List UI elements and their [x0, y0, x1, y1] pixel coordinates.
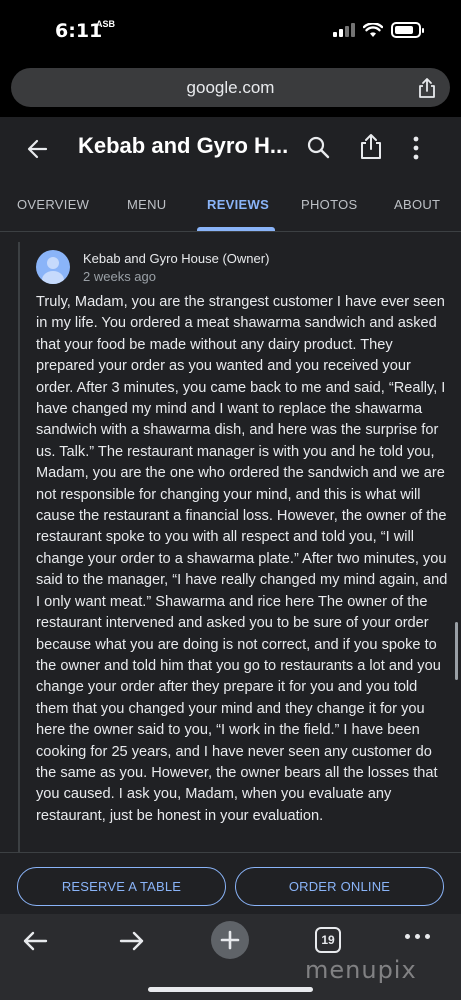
tab-reviews[interactable]: REVIEWS [207, 197, 269, 212]
url-text: google.com [186, 77, 275, 97]
watermark: menupix [305, 956, 417, 984]
avatar [36, 250, 70, 284]
back-arrow-icon[interactable] [20, 929, 50, 953]
status-bar: 6:11 ASB [0, 0, 461, 62]
share-icon[interactable] [360, 132, 382, 160]
share-icon[interactable] [418, 77, 436, 99]
tab-about[interactable]: ABOUT [394, 197, 440, 212]
browser-chrome: google.com [0, 62, 461, 117]
status-icons [333, 22, 424, 38]
cellular-signal-icon [333, 23, 355, 37]
tab-switcher-button[interactable]: 19 [315, 927, 341, 953]
home-indicator[interactable] [148, 987, 313, 992]
scrollbar[interactable] [455, 622, 458, 680]
active-tab-indicator [197, 227, 275, 231]
review-content[interactable]: Kebab and Gyro House (Owner) 2 weeks ago… [0, 232, 461, 852]
reply-text: Truly, Madam, you are the strangest cust… [36, 294, 448, 824]
more-horiz-icon[interactable] [405, 934, 430, 939]
time-badge: ASB [96, 19, 116, 29]
more-vert-icon[interactable] [412, 135, 420, 161]
tab-menu[interactable]: MENU [127, 197, 166, 212]
back-arrow-icon[interactable] [24, 135, 52, 163]
forward-arrow-icon[interactable] [117, 929, 147, 953]
action-bar: RESERVE A TABLE ORDER ONLINE [0, 852, 461, 914]
battery-icon [391, 22, 424, 38]
tab-overview[interactable]: OVERVIEW [17, 197, 89, 212]
app-bar: Kebab and Gyro H... [0, 117, 461, 181]
search-icon[interactable] [306, 135, 332, 161]
new-tab-button[interactable] [211, 921, 249, 959]
page-title: Kebab and Gyro H... [78, 133, 289, 158]
reply-author: Kebab and Gyro House (Owner) [83, 251, 270, 266]
reply-date: 2 weeks ago [83, 269, 156, 284]
wifi-icon [363, 22, 383, 37]
address-bar[interactable]: google.com [11, 68, 450, 107]
tab-bar: OVERVIEW MENU REVIEWS PHOTOS ABOUT [0, 181, 461, 232]
plus-icon [220, 930, 240, 950]
tab-photos[interactable]: PHOTOS [301, 197, 357, 212]
reserve-table-button[interactable]: RESERVE A TABLE [17, 867, 226, 906]
reply-thread-line [18, 242, 20, 852]
order-online-button[interactable]: ORDER ONLINE [235, 867, 444, 906]
